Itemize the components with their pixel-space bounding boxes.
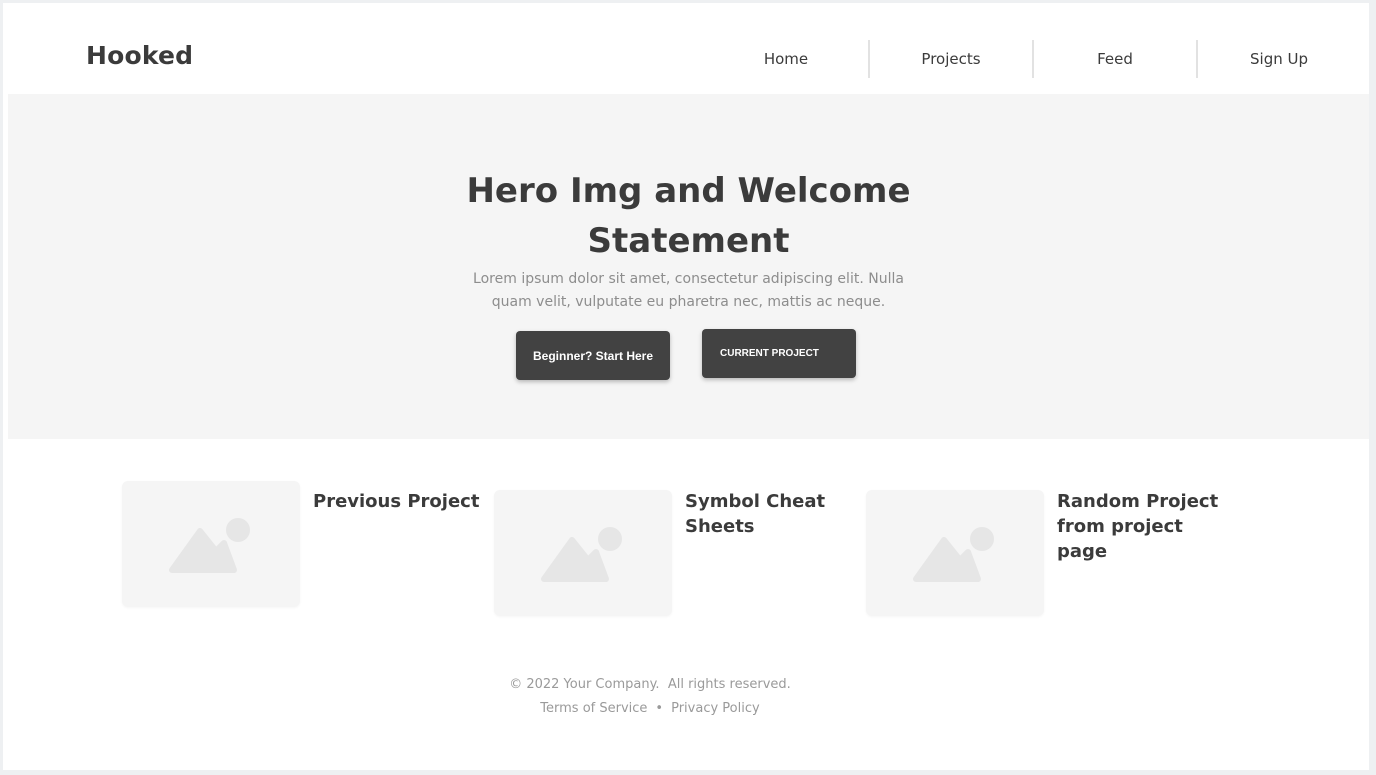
footer-separator: •	[655, 701, 664, 716]
nav-sign-up[interactable]: Sign Up	[1196, 40, 1360, 78]
hero-section: Hero Img and Welcome Statement Lorem ips…	[8, 94, 1369, 439]
terms-of-service-link[interactable]: Terms of Service	[540, 701, 647, 716]
hero-description: Lorem ipsum dolor sit amet, consectetur …	[473, 271, 904, 310]
beginner-start-button[interactable]: Beginner? Start Here	[516, 331, 670, 380]
nav-home[interactable]: Home	[704, 40, 868, 78]
main-nav: Home Projects Feed Sign Up	[704, 40, 1360, 78]
footer-copyright: © 2022 Your Company. All rights reserved…	[509, 677, 791, 692]
site-header: Hooked Home Projects Feed Sign Up	[3, 3, 1369, 94]
card-title[interactable]: Random Project from project page	[1057, 489, 1232, 564]
footer-links: Terms of Service • Privacy Policy	[3, 700, 1297, 718]
image-placeholder-icon	[541, 527, 622, 582]
current-project-button[interactable]: CURRENT PROJECT	[702, 329, 856, 378]
nav-feed[interactable]: Feed	[1032, 40, 1196, 78]
logo[interactable]: Hooked	[86, 39, 193, 73]
card-image[interactable]	[122, 481, 300, 607]
image-placeholder-icon	[169, 518, 250, 573]
card-title[interactable]: Previous Project	[313, 489, 483, 514]
card-title[interactable]: Symbol Cheat Sheets	[685, 489, 845, 539]
nav-projects[interactable]: Projects	[868, 40, 1032, 78]
hero-title: Hero Img and Welcome Statement	[8, 166, 1369, 266]
page: Hooked Home Projects Feed Sign Up Hero I…	[3, 3, 1369, 770]
card-image[interactable]	[866, 490, 1044, 616]
card-image[interactable]	[494, 490, 672, 616]
hero-title-line-1: Hero Img and Welcome	[466, 171, 911, 211]
hero-title-line-2: Statement	[587, 221, 790, 261]
privacy-policy-link[interactable]: Privacy Policy	[671, 701, 760, 716]
image-placeholder-icon	[913, 527, 994, 582]
